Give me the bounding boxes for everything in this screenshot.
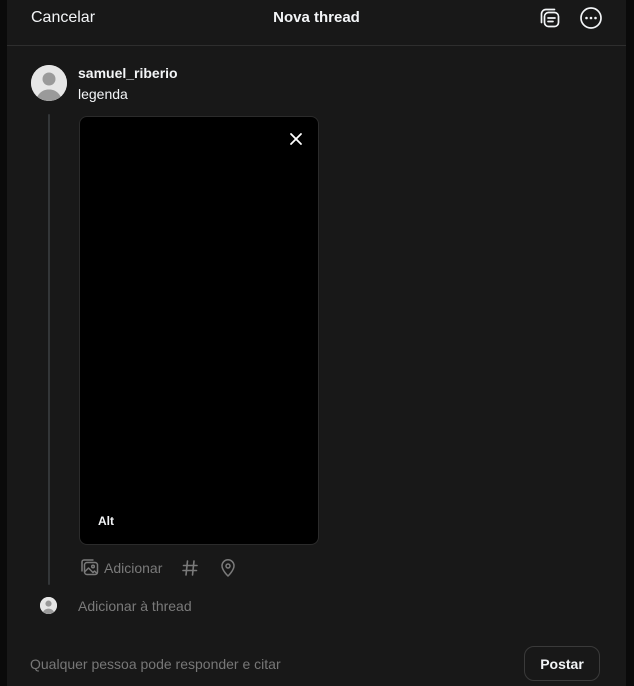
new-thread-dialog: Cancelar Nova thread samuel_riberio lege…: [7, 0, 626, 686]
avatar: [31, 65, 67, 101]
default-avatar-icon: [31, 65, 67, 101]
dialog-title: Nova thread: [273, 9, 360, 26]
close-icon[interactable]: [288, 131, 304, 147]
add-to-thread-input[interactable]: Adicionar à thread: [78, 598, 192, 614]
location-pin-icon[interactable]: [218, 558, 238, 578]
post-toolbar: Adicionar: [80, 557, 238, 579]
hashtag-icon[interactable]: [180, 558, 200, 578]
add-media-button[interactable]: Adicionar: [80, 558, 162, 578]
image-icon: [81, 559, 99, 576]
add-media-label: Adicionar: [104, 560, 163, 576]
small-avatar: [40, 597, 57, 614]
thread-connector-line: [48, 114, 50, 585]
dialog-header: Cancelar Nova thread: [7, 0, 626, 46]
caption-text[interactable]: legenda: [78, 86, 128, 102]
media-preview: Alt: [79, 116, 319, 545]
more-options-icon[interactable]: [579, 6, 603, 30]
default-avatar-icon: [40, 597, 57, 614]
reply-permission-setting[interactable]: Qualquer pessoa pode responder e citar: [30, 656, 281, 672]
username: samuel_riberio: [78, 65, 178, 81]
alt-text-button[interactable]: Alt: [98, 514, 114, 528]
drafts-icon[interactable]: [538, 6, 562, 30]
post-button[interactable]: Postar: [524, 646, 600, 681]
